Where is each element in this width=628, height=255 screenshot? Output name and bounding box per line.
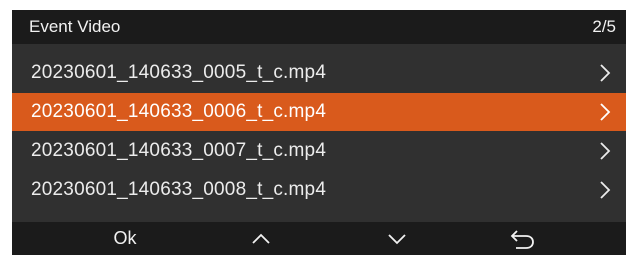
back-button[interactable] — [500, 222, 544, 255]
page-title: Event Video — [29, 17, 121, 36]
page-indicator: 2/5 — [592, 17, 616, 36]
file-list: 20230601_140633_0005_t_c.mp4 20230601_14… — [12, 54, 626, 210]
file-list-item-selected[interactable]: 20230601_140633_0006_t_c.mp4 — [12, 93, 626, 131]
file-list-item[interactable]: 20230601_140633_0007_t_c.mp4 — [12, 132, 626, 170]
up-button[interactable] — [241, 222, 281, 255]
down-button[interactable] — [377, 222, 417, 255]
header-bar: Event Video 2/5 — [12, 10, 626, 44]
chevron-up-icon — [252, 233, 270, 244]
return-arrow-icon — [510, 229, 534, 249]
chevron-right-icon — [600, 181, 611, 199]
chevron-right-icon — [600, 142, 611, 160]
file-list-item[interactable]: 20230601_140633_0008_t_c.mp4 — [12, 171, 626, 209]
chevron-right-icon — [600, 64, 611, 82]
event-video-screen: Event Video 2/5 20230601_140633_0005_t_c… — [12, 10, 626, 255]
chevron-down-icon — [388, 233, 406, 244]
file-name: 20230601_140633_0008_t_c.mp4 — [31, 179, 327, 200]
ok-button[interactable]: Ok — [100, 222, 150, 255]
chevron-right-icon — [600, 103, 611, 121]
file-name: 20230601_140633_0006_t_c.mp4 — [31, 101, 327, 122]
file-list-item[interactable]: 20230601_140633_0005_t_c.mp4 — [12, 54, 626, 92]
file-name: 20230601_140633_0007_t_c.mp4 — [31, 140, 327, 161]
footer-bar: Ok — [12, 222, 626, 255]
file-name: 20230601_140633_0005_t_c.mp4 — [31, 62, 327, 83]
